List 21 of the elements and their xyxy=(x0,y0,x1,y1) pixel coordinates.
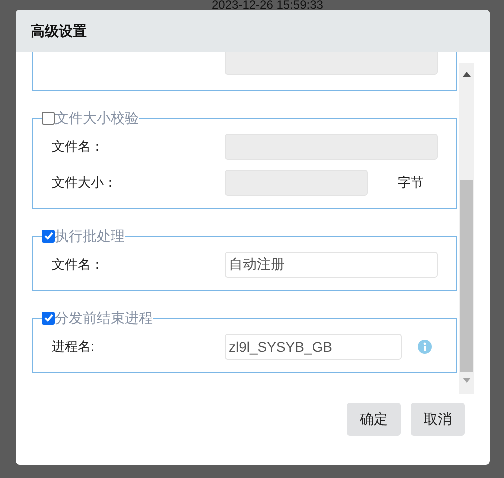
dialog-title: 高级设置 xyxy=(31,22,87,40)
field-label: 文件名： xyxy=(52,139,104,154)
unit-label: 字节 xyxy=(398,174,424,192)
scroll-down-icon[interactable] xyxy=(462,378,470,383)
field-label: 文件名： xyxy=(52,257,104,272)
checkbox[interactable] xyxy=(42,230,55,242)
section-legend: 文件大小校验 xyxy=(55,110,139,126)
input-field[interactable]: zl9l_SYSYB_GB xyxy=(225,334,402,360)
field-label: 进程名: xyxy=(52,339,95,354)
timestamp: 2023-12-26 15:59:33 xyxy=(212,0,324,10)
scrollbar[interactable] xyxy=(459,63,474,394)
dialog-button[interactable]: 取消 xyxy=(411,403,465,436)
scroll-up-icon[interactable] xyxy=(462,72,470,77)
dialog-button[interactable]: 确定 xyxy=(347,403,401,436)
section-legend: 分发前结束进程 xyxy=(55,310,153,326)
field-label: 文件大小： xyxy=(52,175,117,190)
section-legend: 执行批处理 xyxy=(55,228,125,244)
checkbox[interactable] xyxy=(42,112,55,124)
scrollbar-thumb[interactable] xyxy=(460,180,473,372)
checkbox[interactable] xyxy=(42,312,55,324)
input-field[interactable]: 自动注册 xyxy=(225,252,438,278)
